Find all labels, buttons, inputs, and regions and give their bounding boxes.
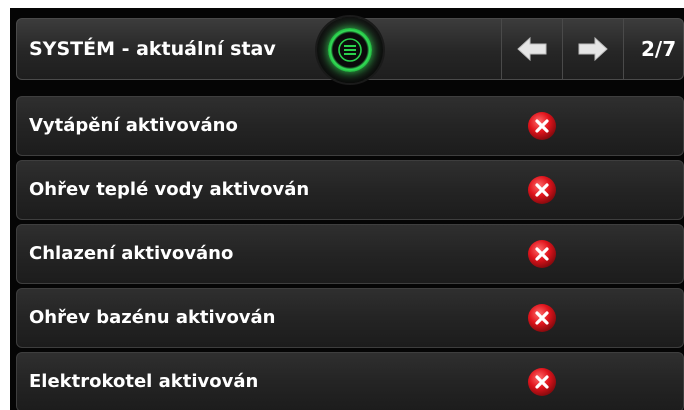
status-row-label: Elektrokotel aktivován xyxy=(29,371,259,392)
page-title: SYSTÉM - aktuální stav xyxy=(29,38,276,60)
page-counter: 2/7 xyxy=(641,37,677,61)
status-row-electric-boiler: Elektrokotel aktivován xyxy=(16,352,684,410)
status-row-label: Vytápění aktivováno xyxy=(29,115,238,136)
next-page-button[interactable] xyxy=(563,19,623,79)
list-menu-icon xyxy=(328,28,372,72)
status-row-heating: Vytápění aktivováno xyxy=(16,96,684,156)
red-x-icon xyxy=(528,368,556,396)
red-x-icon xyxy=(528,240,556,268)
status-row-pool-heating: Ohřev bazénu aktivován xyxy=(16,288,684,348)
arrow-left-icon xyxy=(517,36,547,62)
status-row-hot-water: Ohřev teplé vody aktivován xyxy=(16,160,684,220)
red-x-icon xyxy=(528,304,556,332)
status-row-cooling: Chlazení aktivováno xyxy=(16,224,684,284)
menu-button[interactable] xyxy=(317,17,383,83)
status-row-label: Ohřev teplé vody aktivován xyxy=(29,179,310,200)
status-row-label: Ohřev bazénu aktivován xyxy=(29,307,276,328)
red-x-icon xyxy=(528,112,556,140)
header-bar: SYSTÉM - aktuální stav 2/7 xyxy=(16,17,684,83)
status-row-label: Chlazení aktivováno xyxy=(29,243,234,264)
red-x-icon xyxy=(528,176,556,204)
app-screen: SYSTÉM - aktuální stav 2/7 Vytápění akti… xyxy=(10,8,684,410)
divider xyxy=(623,19,624,79)
arrow-right-icon xyxy=(578,36,608,62)
prev-page-button[interactable] xyxy=(502,19,562,79)
